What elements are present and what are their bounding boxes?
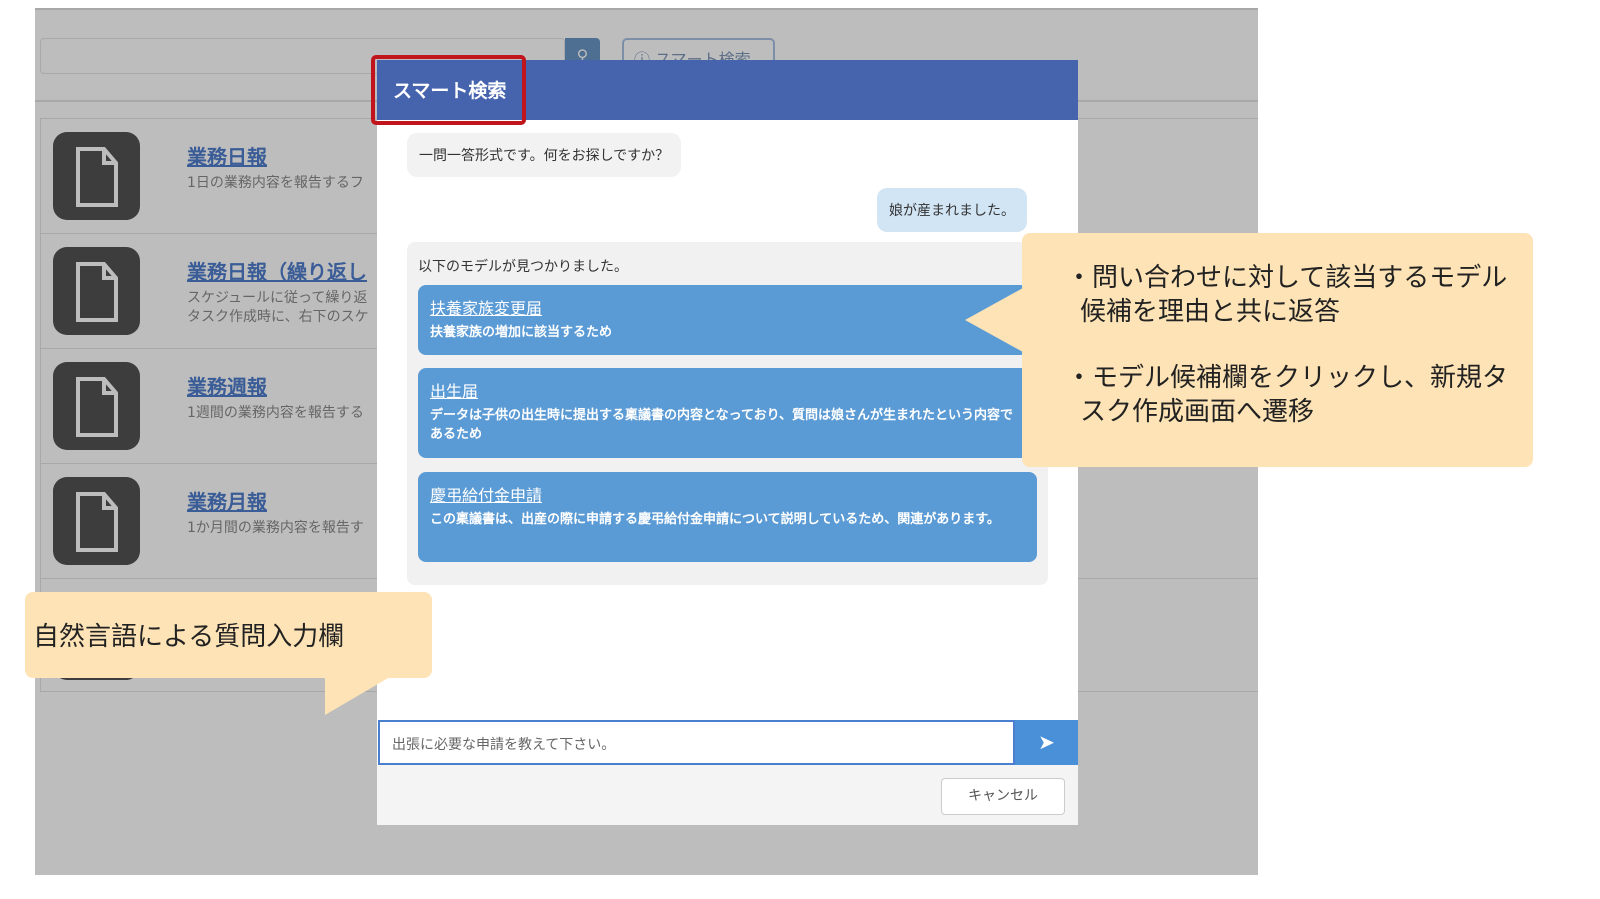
result-reason: データは子供の出生時に提出する稟議書の内容となっており、質問は娘さんが生まれたと… [430, 408, 1014, 442]
result-title[interactable]: 扶養家族変更届 [430, 295, 1025, 319]
send-button[interactable]: ➤ [1015, 720, 1078, 765]
document-icon [53, 362, 140, 450]
list-item-desc: 1か月間の業務内容を報告す [187, 520, 364, 536]
bot-message: 一問一答形式です。何をお探しですか？ [407, 133, 682, 177]
result-reason: 扶養家族の増加に該当するため [430, 325, 613, 340]
desc-line: タスク作成時に、右下のスケ [187, 309, 369, 325]
user-message: 娘が産まれました。 [877, 188, 1027, 232]
callout-pointer [325, 677, 390, 715]
annotation-callout-right: ・問い合わせに対して該当するモデル候補を理由と共に返答 ・モデル候補欄をクリック… [1022, 233, 1533, 467]
results-header: 以下のモデルが見つかりました。 [418, 259, 628, 275]
desc-line: スケジュールに従って繰り返 [187, 290, 368, 306]
document-icon [53, 132, 140, 220]
list-item-title[interactable]: 業務月報 [187, 486, 267, 515]
result-reason: この稟議書は、出産の際に申請する慶弔給付金申請について説明しているため、関連があ… [430, 512, 1000, 527]
list-item-title[interactable]: 業務週報 [187, 371, 267, 400]
annotation-text: ・問い合わせに対して該当するモデル候補を理由と共に返答 [1066, 263, 1508, 327]
question-input[interactable]: 出張に必要な申請を教えて下さい。 [378, 720, 1015, 765]
document-icon [53, 477, 140, 565]
annotation-callout-left: 自然言語による質問入力欄 [25, 592, 432, 678]
result-card[interactable]: 出生届 データは子供の出生時に提出する稟議書の内容となっており、質問は娘さんが生… [418, 368, 1037, 458]
result-card[interactable]: 慶弔給付金申請 この稟議書は、出産の際に申請する慶弔給付金申請について説明してい… [418, 472, 1037, 562]
paper-plane-icon: ➤ [1038, 730, 1055, 754]
result-card[interactable]: 扶養家族変更届 扶養家族の増加に該当するため [418, 285, 1037, 355]
smart-search-dialog: スマート検索 一問一答形式です。何をお探しですか？ 娘が産まれました。 以下のモ… [371, 55, 1078, 825]
list-item-title[interactable]: 業務日報（繰り返し [187, 256, 367, 285]
results-panel: 以下のモデルが見つかりました。 扶養家族変更届 扶養家族の増加に該当するため 出… [407, 242, 1048, 585]
callout-pointer [965, 288, 1023, 352]
result-title[interactable]: 出生届 [430, 378, 1025, 402]
result-title[interactable]: 慶弔給付金申請 [430, 482, 1025, 506]
document-icon [53, 247, 140, 335]
list-item-title[interactable]: 業務日報 [187, 141, 267, 170]
list-item-desc: スケジュールに従って繰り返 タスク作成時に、右下のスケ [187, 289, 369, 327]
list-item-desc: 1日の業務内容を報告するフ [187, 175, 364, 191]
annotation-text: ・モデル候補欄をクリックし、新規タスク作成画面へ遷移 [1066, 363, 1509, 427]
list-item-desc: 1週間の業務内容を報告する [187, 405, 364, 421]
cancel-button[interactable]: キャンセル [941, 778, 1065, 815]
dialog-title: スマート検索 [371, 55, 526, 125]
